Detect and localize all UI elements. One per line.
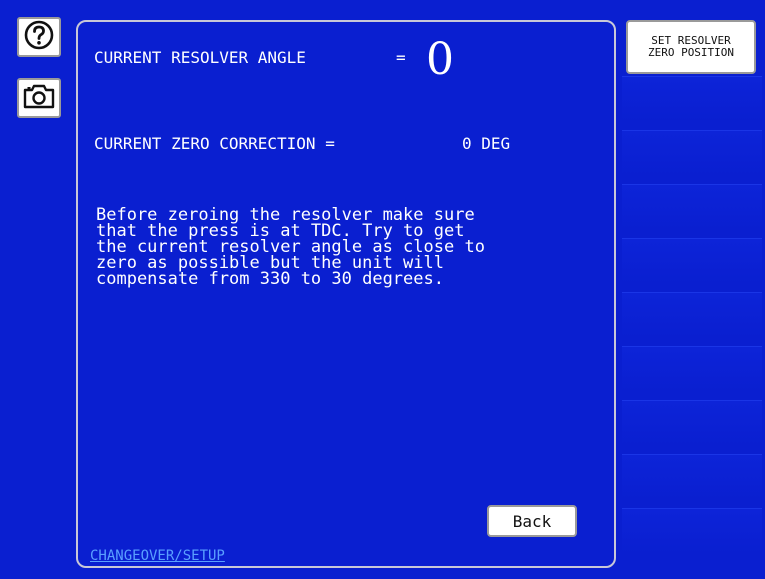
camera-icon <box>22 82 56 114</box>
empty-softkey-slot <box>622 130 762 176</box>
empty-softkey-slot <box>622 238 762 284</box>
empty-softkey-slot <box>622 76 762 122</box>
empty-softkey-slot <box>622 184 762 230</box>
right-button-column: SET RESOLVER ZERO POSITION <box>622 20 762 565</box>
zero-correction-value: 0 DEG <box>462 134 511 153</box>
set-resolver-zero-button[interactable]: SET RESOLVER ZERO POSITION <box>626 20 756 74</box>
resolver-angle-value: 0 <box>426 34 454 85</box>
back-button[interactable]: Back <box>487 505 577 537</box>
resolver-angle-label: CURRENT RESOLVER ANGLE <box>94 48 306 67</box>
main-panel: CURRENT RESOLVER ANGLE = 0 CURRENT ZERO … <box>76 20 616 568</box>
empty-softkey-slot <box>622 400 762 446</box>
set-resolver-label-line2: ZERO POSITION <box>647 46 735 59</box>
screen: CURRENT RESOLVER ANGLE = 0 CURRENT ZERO … <box>0 0 765 579</box>
changeover-setup-link[interactable]: CHANGEOVER/SETUP <box>90 548 225 564</box>
help-button[interactable] <box>17 17 61 57</box>
resolver-angle-equals: = <box>396 48 406 67</box>
instructions-text: Before zeroing the resolver make sure th… <box>96 205 485 289</box>
question-circle-icon <box>23 19 55 55</box>
empty-softkey-slot <box>622 508 762 554</box>
empty-softkey-slot <box>622 454 762 500</box>
empty-softkey-slot <box>622 292 762 338</box>
zero-correction-label: CURRENT ZERO CORRECTION = <box>94 134 335 153</box>
empty-softkey-slot <box>622 346 762 392</box>
camera-button[interactable] <box>17 78 61 118</box>
